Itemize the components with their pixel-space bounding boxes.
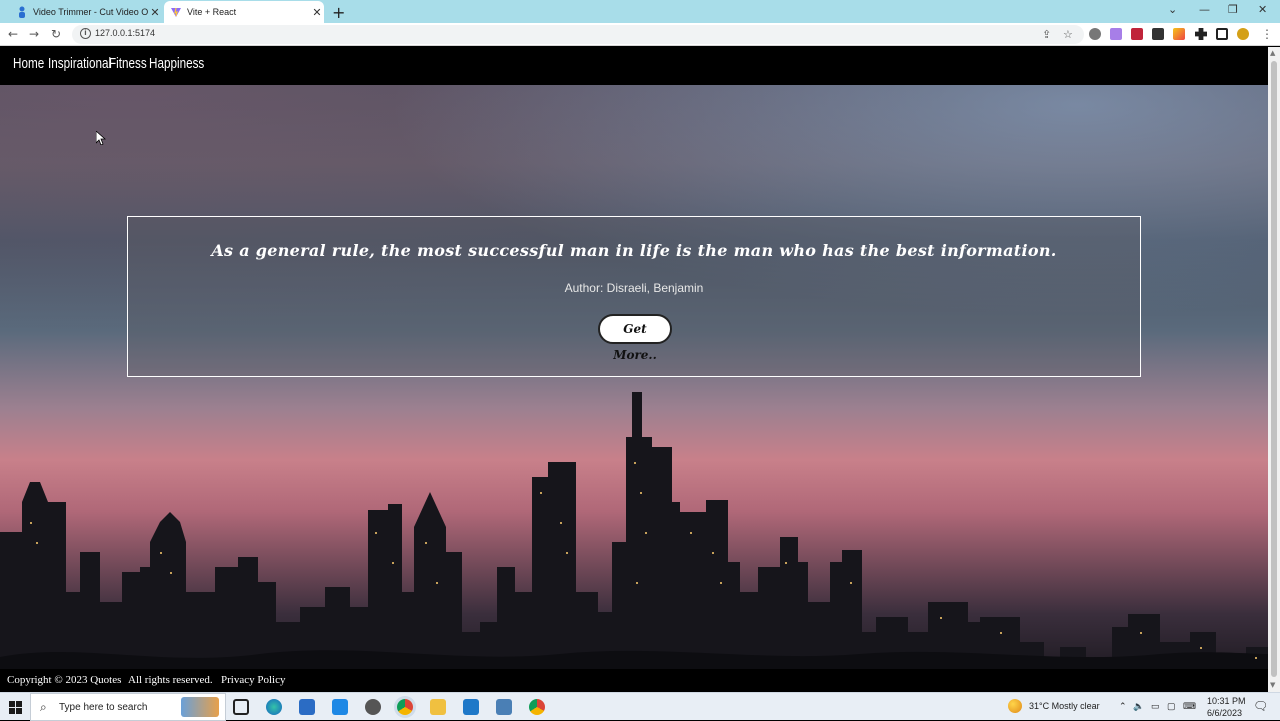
windows-start-icon[interactable]	[9, 701, 22, 714]
nav-link-happiness[interactable]: Happiness	[149, 55, 204, 72]
url-text: 127.0.0.1:5174	[95, 28, 156, 38]
clock-date[interactable]: 6/6/2023	[1207, 708, 1242, 718]
browser-tab-strip: Video Trimmer - Cut Video Onlin ✕ Vite +…	[0, 0, 1280, 23]
tab-title: Vite + React	[187, 7, 237, 17]
forward-arrow-icon[interactable]: →	[29, 27, 39, 41]
search-highlight-image	[181, 697, 219, 717]
chrome-icon[interactable]	[529, 699, 545, 715]
close-button[interactable]: ✕	[1258, 3, 1267, 16]
weather-moon-icon[interactable]	[1008, 699, 1022, 713]
app-icon[interactable]	[365, 699, 381, 715]
city-skyline-image	[0, 392, 1268, 692]
video-trimmer-favicon-icon	[16, 6, 28, 18]
page-scrollbar[interactable]: ▲ ▼	[1268, 47, 1280, 692]
quote-card: As a general rule, the most successful m…	[127, 216, 1141, 377]
page-footer: Copyright © 2023 Quotes All rights reser…	[0, 669, 1268, 692]
scrollbar-thumb[interactable]	[1271, 61, 1277, 677]
footer-copyright: Copyright © 2023 Quotes	[7, 674, 122, 686]
nav-link-inspirational[interactable]: Inspirational	[48, 55, 111, 72]
get-more-button[interactable]: Get More..	[598, 314, 672, 362]
tab-vite-react[interactable]: Vite + React ✕	[164, 1, 324, 23]
mail-icon[interactable]	[332, 699, 348, 715]
quote-author: Author: Disraeli, Benjamin	[564, 281, 704, 295]
chrome-active-icon[interactable]	[397, 699, 413, 715]
task-view-icon[interactable]	[233, 699, 249, 715]
weather-text[interactable]: 31°C Mostly clear	[1029, 701, 1100, 711]
tab-close-icon[interactable]: ✕	[148, 6, 162, 19]
tab-search-chevron-icon[interactable]: ⌄	[1168, 3, 1177, 16]
side-panel-icon[interactable]	[1216, 28, 1228, 40]
notepad-icon[interactable]	[496, 699, 512, 715]
battery-icon[interactable]: ▢	[1167, 701, 1176, 712]
edge-browser-icon[interactable]	[266, 699, 282, 715]
browser-toolbar: ← → ↻ i 127.0.0.1:5174 ⇪ ☆ ⋮	[0, 23, 1280, 46]
address-bar[interactable]: i 127.0.0.1:5174 ⇪ ☆	[72, 25, 1084, 44]
search-placeholder: Type here to search	[59, 702, 148, 713]
menu-kebab-icon[interactable]: ⋮	[1261, 27, 1273, 41]
footer-rights: All rights reserved.	[128, 674, 213, 686]
nav-link-home[interactable]: Home	[13, 55, 44, 72]
extension-mic-icon[interactable]	[1089, 28, 1101, 40]
extension-dark-icon[interactable]	[1152, 28, 1164, 40]
extensions-puzzle-icon[interactable]	[1195, 28, 1207, 40]
share-icon[interactable]: ⇪	[1042, 28, 1051, 41]
tab-title: Video Trimmer - Cut Video Onlin	[33, 7, 148, 17]
tab-video-trimmer[interactable]: Video Trimmer - Cut Video Onlin ✕	[10, 1, 162, 23]
scroll-up-arrow-icon[interactable]: ▲	[1270, 49, 1275, 57]
nav-link-fitness[interactable]: Fitness	[109, 55, 147, 72]
privacy-policy-link[interactable]: Privacy Policy	[221, 674, 285, 686]
site-info-icon[interactable]: i	[80, 28, 91, 39]
network-icon[interactable]: ▭	[1151, 701, 1160, 712]
restore-button[interactable]: ❐	[1228, 3, 1238, 16]
extension-red-icon[interactable]	[1131, 28, 1143, 40]
speaker-icon[interactable]: 🔈	[1133, 701, 1144, 712]
search-icon: ⌕	[40, 700, 47, 714]
profile-avatar[interactable]	[1237, 28, 1249, 40]
file-explorer-icon[interactable]	[430, 699, 446, 715]
mouse-pointer-icon	[96, 131, 106, 145]
tab-close-icon[interactable]: ✕	[310, 6, 324, 19]
extension-purple-icon[interactable]	[1110, 28, 1122, 40]
extension-pen-icon[interactable]	[1173, 28, 1185, 40]
windows-taskbar: ⌕ Type here to search 31°C Mostly clear …	[0, 692, 1280, 721]
tray-chevron-icon[interactable]: ⌃	[1119, 701, 1127, 712]
scroll-down-arrow-icon[interactable]: ▼	[1270, 681, 1275, 689]
back-arrow-icon[interactable]: ←	[8, 27, 18, 41]
microsoft-store-icon[interactable]	[299, 699, 315, 715]
new-tab-plus-icon[interactable]: +	[332, 3, 345, 22]
minimize-button[interactable]: —	[1199, 3, 1210, 16]
clock-time[interactable]: 10:31 PM	[1207, 696, 1246, 706]
keyboard-icon[interactable]: ⌨	[1183, 701, 1196, 712]
taskbar-search-box[interactable]: ⌕ Type here to search	[30, 693, 226, 721]
bookmark-star-icon[interactable]: ☆	[1063, 28, 1073, 41]
quote-text: As a general rule, the most successful m…	[211, 241, 1057, 260]
top-navigation: Home Inspirational Fitness Happiness	[0, 47, 1268, 85]
reload-icon[interactable]: ↻	[51, 27, 61, 41]
vscode-icon[interactable]	[463, 699, 479, 715]
vite-favicon-icon	[170, 6, 182, 18]
notification-icon[interactable]: 🗨	[1253, 699, 1268, 713]
page-viewport: Home Inspirational Fitness Happiness As …	[0, 47, 1268, 692]
